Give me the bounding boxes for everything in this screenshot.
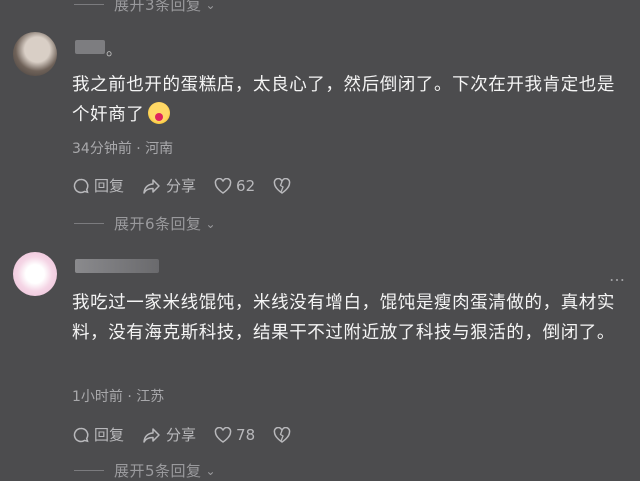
dislike-icon bbox=[273, 177, 291, 194]
username-blurred[interactable] bbox=[75, 259, 159, 273]
share-label: 分享 bbox=[166, 177, 197, 195]
like-button[interactable]: 62 bbox=[214, 177, 255, 195]
share-button[interactable]: 分享 bbox=[142, 424, 196, 445]
reply-label: 回复 bbox=[94, 426, 125, 444]
expand-replies-1[interactable]: 展开6条回复 ⌄ bbox=[74, 213, 216, 234]
expand-label: 展开6条回复 bbox=[114, 215, 202, 233]
heart-icon bbox=[214, 177, 232, 194]
avatar[interactable] bbox=[13, 32, 57, 76]
share-icon bbox=[143, 427, 160, 443]
expand-label: 展开5条回复 bbox=[114, 462, 202, 480]
username-blurred[interactable] bbox=[75, 40, 105, 54]
share-label: 分享 bbox=[166, 426, 197, 444]
more-icon[interactable]: … bbox=[609, 266, 626, 285]
comment-meta: 1小时前 · 江苏 bbox=[72, 389, 165, 405]
dislike-icon bbox=[273, 426, 291, 443]
avatar[interactable] bbox=[13, 252, 57, 296]
chevron-down-icon: ⌄ bbox=[205, 463, 217, 478]
like-button[interactable]: 78 bbox=[214, 426, 255, 444]
like-count: 78 bbox=[236, 425, 256, 444]
reply-button[interactable]: 回复 bbox=[72, 424, 124, 445]
divider bbox=[74, 223, 104, 224]
expand-replies-2[interactable]: 展开5条回复 ⌄ bbox=[74, 460, 216, 481]
comment-body: 我吃过一家米线馄饨，米线没有增白，馄饨是瘦肉蛋清做的，真材实料，没有海克斯科技，… bbox=[72, 293, 615, 343]
dislike-button[interactable] bbox=[273, 177, 295, 194]
comment-actions: 回复 分享 78 bbox=[72, 424, 313, 445]
expand-label: 展开3条回复 bbox=[114, 0, 202, 14]
chevron-down-icon: ⌄ bbox=[205, 0, 217, 12]
share-icon bbox=[143, 178, 160, 194]
reply-icon bbox=[73, 178, 89, 193]
divider bbox=[74, 4, 104, 5]
comment-meta: 34分钟前 · 河南 bbox=[72, 141, 174, 157]
username-suffix: 。 bbox=[106, 40, 123, 59]
divider bbox=[74, 470, 104, 471]
share-button[interactable]: 分享 bbox=[142, 175, 196, 196]
comment-text: 我之前也开的蛋糕店，太良心了，然后倒闭了。下次在开我肯定也是个奸商了 bbox=[72, 70, 632, 130]
comment-actions: 回复 分享 62 bbox=[72, 175, 313, 196]
heart-icon bbox=[214, 426, 232, 443]
expand-replies-top[interactable]: 展开3条回复 ⌄ bbox=[74, 0, 216, 15]
like-count: 62 bbox=[236, 176, 256, 195]
reply-label: 回复 bbox=[94, 177, 125, 195]
chevron-down-icon: ⌄ bbox=[205, 216, 217, 231]
dislike-button[interactable] bbox=[273, 426, 295, 443]
comment-text: 我吃过一家米线馄饨，米线没有增白，馄饨是瘦肉蛋清做的，真材实料，没有海克斯科技，… bbox=[72, 288, 632, 348]
shocked-face-emoji-icon bbox=[148, 102, 171, 124]
reply-icon bbox=[73, 427, 89, 442]
reply-button[interactable]: 回复 bbox=[72, 175, 124, 196]
